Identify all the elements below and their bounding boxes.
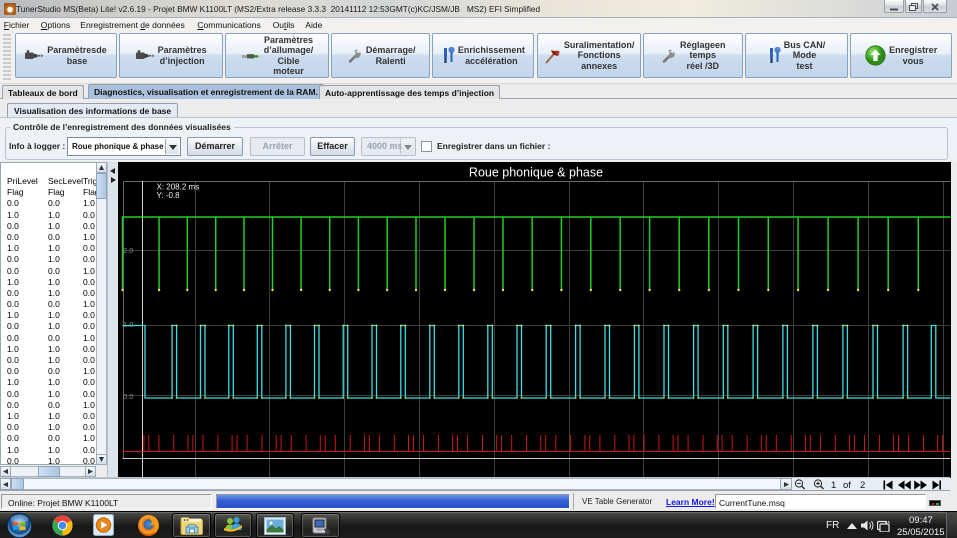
svg-text:2.0: 2.0	[123, 246, 133, 255]
svg-text:0.0: 0.0	[123, 392, 133, 401]
svg-text:Roue phonique & phase: Roue phonique & phase	[468, 166, 602, 180]
svg-text:Y: -0.8: Y: -0.8	[156, 191, 180, 200]
svg-text:1.0: 1.0	[123, 320, 133, 329]
